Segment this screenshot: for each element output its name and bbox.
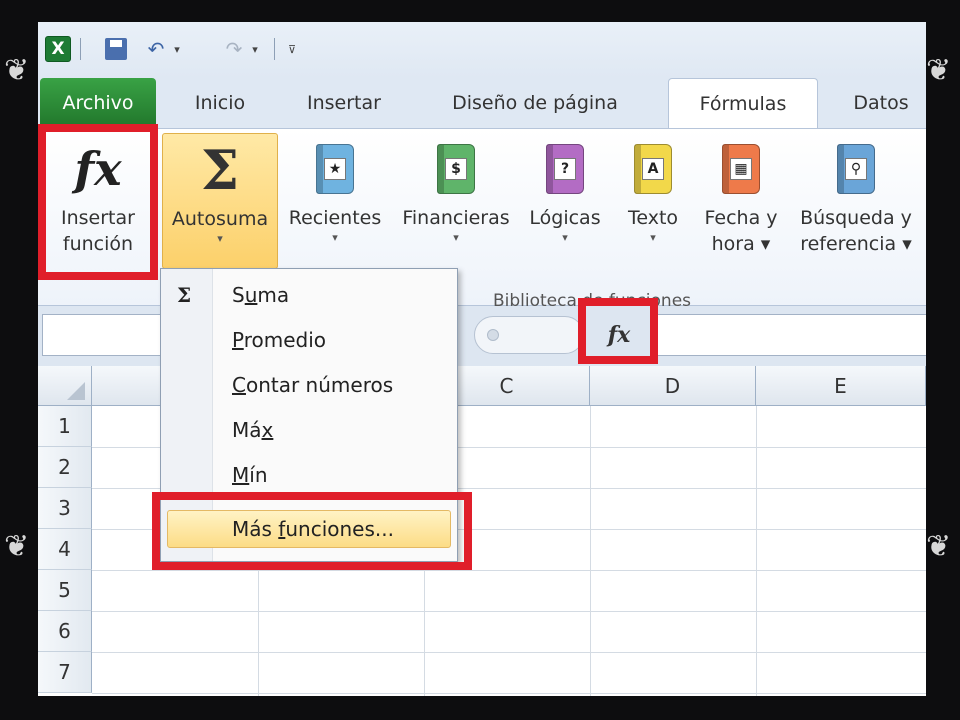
grid-line (92, 611, 926, 612)
grid-line (92, 570, 926, 571)
ribbon-tabs: Archivo Inicio Insertar Diseño de página… (38, 78, 926, 129)
menu-item-contar-numeros[interactable]: Contar números (161, 365, 457, 405)
row-header[interactable]: 6 (38, 611, 92, 652)
chevron-down-icon: ▾ (174, 42, 180, 56)
chevron-down-icon: ▾ (650, 231, 656, 244)
book-magnifier-icon: ⚲ (837, 144, 875, 194)
tab-diseno-de-pagina[interactable]: Diseño de página (422, 78, 648, 128)
redo-icon: ↷ (225, 37, 243, 61)
chevron-down-icon: ▾ (252, 42, 258, 56)
book-plate: A (642, 158, 664, 180)
book-question-icon: ? (546, 144, 584, 194)
menu-item-suma[interactable]: Σ Suma (161, 275, 457, 315)
recientes-button[interactable]: ★ Recientes ▾ (282, 133, 388, 269)
select-all-button[interactable] (38, 366, 92, 406)
book-plate: $ (445, 158, 467, 180)
highlight-insert-function (38, 124, 158, 280)
busqueda-label-line1: Búsqueda y (800, 207, 912, 229)
menu-item-label: Máx (232, 418, 274, 442)
autosuma-label: Autosuma (171, 208, 269, 230)
logicas-button[interactable]: ? Lógicas ▾ (524, 133, 606, 269)
ornament-icon: ❦ (4, 529, 30, 564)
tab-datos[interactable]: Datos (836, 78, 926, 128)
excel-logo: X (45, 36, 71, 62)
book-plate: ⚲ (845, 158, 867, 180)
row-header[interactable]: 1 (38, 406, 92, 447)
row-header[interactable]: 5 (38, 570, 92, 611)
excel-window: X ↶ ▾ ↷ ▾ ⊽ Archivo Inicio Insertar Dise… (38, 22, 926, 696)
menu-item-label: Contar números (232, 373, 394, 397)
redo-dropdown[interactable]: ▾ (248, 36, 262, 62)
tab-insertar[interactable]: Insertar (288, 78, 400, 128)
book-plate: ★ (324, 158, 346, 180)
texto-label: Texto (627, 207, 679, 229)
row-header[interactable]: 7 (38, 652, 92, 693)
menu-item-label: Promedio (232, 328, 327, 352)
busqueda-label-line2: referencia ▾ (800, 233, 912, 255)
autosuma-button[interactable]: Σ Autosuma ▾ (162, 133, 278, 269)
formula-bar-splitter[interactable] (474, 316, 584, 354)
column-header-e[interactable]: E (756, 366, 926, 406)
busqueda-referencia-button[interactable]: ⚲ Búsqueda y referencia ▾ (790, 133, 922, 269)
book-text-icon: A (634, 144, 672, 194)
book-plate: ▦ (730, 158, 752, 180)
ornament-icon: ❦ (4, 53, 30, 88)
ornament-icon: ❦ (926, 529, 952, 564)
splitter-handle-icon (487, 329, 499, 341)
chevron-down-icon: ▾ (332, 231, 338, 244)
grid-line (92, 693, 926, 694)
row-header[interactable]: 4 (38, 529, 92, 570)
chevron-down-icon: ▾ (453, 231, 459, 244)
financieras-label: Financieras (402, 207, 510, 229)
logicas-label: Lógicas (529, 207, 601, 229)
tab-formulas[interactable]: Fórmulas (668, 78, 818, 129)
sigma-icon: Σ (200, 138, 240, 202)
toolbar-separator (80, 38, 81, 60)
redo-button[interactable]: ↷ (220, 36, 248, 62)
fecha-hora-button[interactable]: ▦ Fecha y hora ▾ (698, 133, 784, 269)
undo-dropdown[interactable]: ▾ (170, 36, 184, 62)
book-calendar-icon: ▦ (722, 144, 760, 194)
chevron-down-icon: ▾ (217, 232, 223, 245)
book-money-icon: $ (437, 144, 475, 194)
save-icon (105, 38, 127, 60)
menu-item-promedio[interactable]: Promedio (161, 320, 457, 360)
excel-logo-icon[interactable]: X (44, 36, 72, 62)
sigma-icon: Σ (177, 283, 192, 307)
row-header[interactable]: 2 (38, 447, 92, 488)
formula-input[interactable] (654, 314, 926, 356)
undo-button[interactable]: ↶ (142, 36, 170, 62)
menu-item-min[interactable]: Mín (161, 455, 457, 495)
fecha-hora-label-line2: hora ▾ (711, 233, 771, 255)
grid-line (92, 652, 926, 653)
chevron-down-icon: ▾ (562, 231, 568, 244)
toolbar-separator (274, 38, 275, 60)
menu-item-max[interactable]: Máx (161, 410, 457, 450)
row-header[interactable]: 3 (38, 488, 92, 529)
highlight-mas-funciones (152, 492, 472, 570)
recientes-label: Recientes (288, 207, 382, 229)
customize-toolbar-button[interactable]: ⊽ (284, 36, 300, 62)
book-star-icon: ★ (316, 144, 354, 194)
column-header-d[interactable]: D (590, 366, 756, 406)
fecha-hora-label-line1: Fecha y (704, 207, 778, 229)
undo-icon: ↶ (147, 37, 165, 61)
menu-item-label: Mín (232, 463, 268, 487)
menu-item-label: Suma (232, 283, 290, 307)
financieras-button[interactable]: $ Financieras ▾ (394, 133, 518, 269)
customize-icon: ⊽ (287, 42, 297, 56)
tab-archivo[interactable]: Archivo (40, 78, 156, 128)
highlight-fx-button (578, 298, 658, 364)
book-plate: ? (554, 158, 576, 180)
ornament-icon: ❦ (926, 53, 952, 88)
texto-button[interactable]: A Texto ▾ (618, 133, 688, 269)
tab-inicio[interactable]: Inicio (174, 78, 266, 128)
save-button[interactable] (102, 36, 130, 62)
quick-access-toolbar: X ↶ ▾ ↷ ▾ ⊽ (38, 22, 926, 78)
